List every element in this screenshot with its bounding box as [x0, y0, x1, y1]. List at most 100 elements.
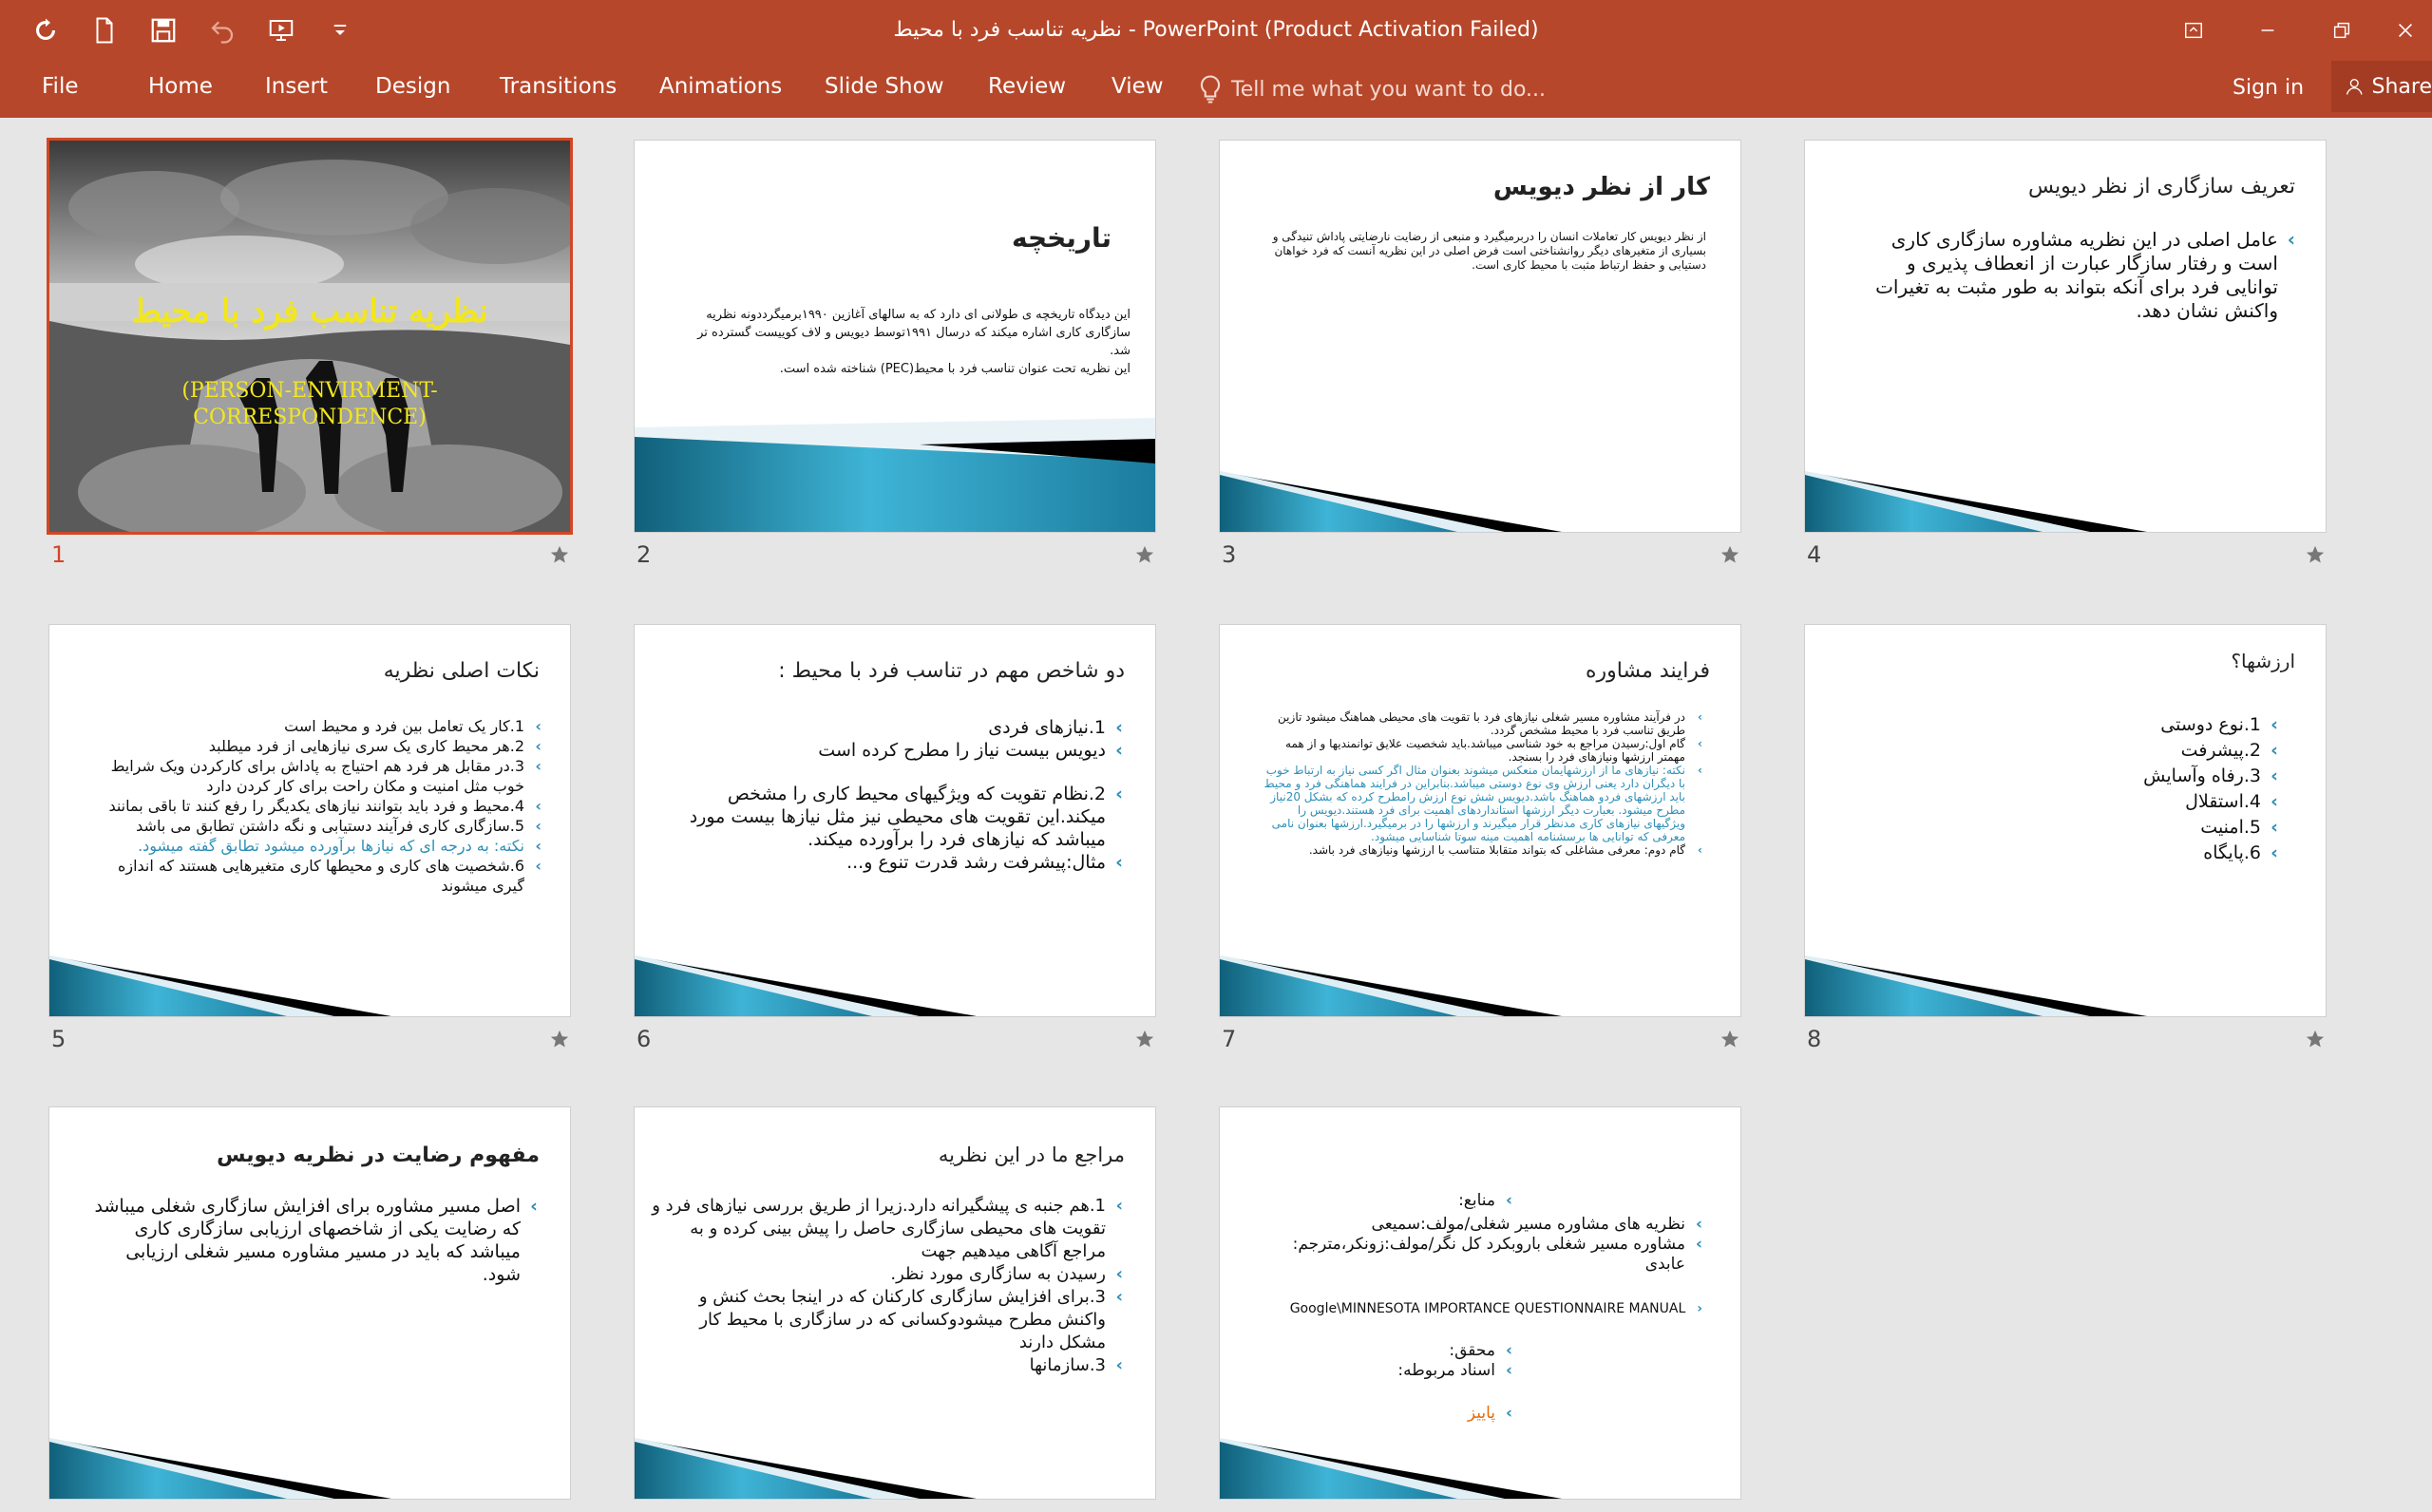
slide-5-list: 1.کار یک تعامل بین فرد و محیط است 2.هر م…	[86, 716, 542, 896]
list-item: 6.شخصیت های کاری و محیطها کاری متغیرهایی…	[86, 856, 542, 896]
slide-10-list: 1.هم جنبه ی پیشگیرانه دارد.زیرا از طریق …	[648, 1195, 1123, 1377]
slide-thumbnail-4[interactable]: تعریف سازگاری از نظر دیویس عامل اصلی در …	[1805, 141, 2326, 532]
slide-number-6: 6	[636, 1026, 652, 1052]
slide-thumbnail-7[interactable]: فرایند مشاوره در فرآیند مشاوره مسیر شغلی…	[1220, 625, 1740, 1016]
transition-star-icon[interactable]	[2305, 544, 2326, 565]
slide-6-decor	[635, 955, 977, 1016]
list-item: 1.کار یک تعامل بین فرد و محیط است	[86, 716, 542, 736]
slide-11-decor	[1220, 1438, 1562, 1499]
list-item: رسیدن به سازگاری مورد نظر.	[648, 1263, 1123, 1286]
slide-5-title: نکات اصلی نظریه	[383, 659, 540, 683]
slide-9-title: مفهوم رضایت در نظریه دیویس	[217, 1143, 540, 1167]
slide-thumbnail-10[interactable]: مراجع ما در این نظریه 1.هم جنبه ی پیشگیر…	[635, 1107, 1155, 1499]
tab-insert[interactable]: Insert	[265, 61, 328, 118]
slide-10-title: مراجع ما در این نظریه	[938, 1143, 1125, 1166]
slide-4-decor	[1805, 471, 2147, 532]
tab-file[interactable]: File	[42, 61, 79, 118]
list-item: اسناد مربوطه:	[1256, 1361, 1512, 1381]
transition-star-icon[interactable]	[549, 544, 570, 565]
window-title: نظریه تناسب فرد با محیط - PowerPoint (Pr…	[893, 18, 1539, 42]
slide-8-list: 1.نوع دوستی 2.پیشرفت 3.رفاه وآسایش 4.است…	[1993, 712, 2278, 866]
tell-me-placeholder: Tell me what you want to do...	[1231, 77, 1546, 102]
slide-8-title: ارزشها؟	[2231, 650, 2295, 672]
restore-icon[interactable]	[2305, 0, 2379, 61]
slide-2-decor	[635, 418, 1155, 532]
slide-thumbnail-3[interactable]: کار از نظر دیویس از نظر دیویس کار تعاملا…	[1220, 141, 1740, 532]
transition-star-icon[interactable]	[1720, 544, 1740, 565]
slide-8-decor	[1805, 955, 2147, 1016]
list-item: گام دوم: معرفی مشاغلی که بتواند متقابلا …	[1256, 843, 1702, 857]
slide-3-decor	[1220, 471, 1562, 532]
tab-view[interactable]: View	[1112, 61, 1164, 118]
list-item: گام اول:رسیدن مراجع به خود شناسی میباشد.…	[1256, 737, 1702, 764]
transition-star-icon[interactable]	[2305, 1029, 2326, 1049]
slide-thumbnail-1[interactable]: نظریه تناسب فرد با محیط (PERSON-ENVIRMEN…	[49, 141, 570, 532]
slide-thumbnail-5[interactable]: نکات اصلی نظریه 1.کار یک تعامل بین فرد و…	[49, 625, 570, 1016]
slide-9-decor	[49, 1438, 391, 1499]
list-item: نکته: نیازهای ما از ارزشهایمان منعکس میش…	[1256, 764, 1702, 843]
tab-transitions[interactable]: Transitions	[500, 61, 617, 118]
list-item: 2.هر محیط کاری یک سری نیازهایی از فرد می…	[86, 736, 542, 756]
slide-thumbnail-2[interactable]: تاریخچه این دیدگاه تاریخچه ی طولانی ای د…	[635, 141, 1155, 532]
tab-review[interactable]: Review	[988, 61, 1066, 118]
transition-star-icon[interactable]	[1720, 1029, 1740, 1049]
list-item: دیویس بیست نیاز را مطرح کرده است	[686, 739, 1123, 762]
list-item: مشاوره مسیر شغلی باروبکرد کل نگر/مولف:زو…	[1256, 1235, 1702, 1275]
slide-4-body: عامل اصلی در این نظریه مشاوره سازگاری کا…	[1849, 228, 2295, 323]
list-item: 1.نوع دوستی	[1993, 712, 2278, 738]
list-item: نکته: به درجه ای که نیازها برآورده میشود…	[86, 836, 542, 856]
slide-thumbnail-9[interactable]: مفهوم رضایت در نظریه دیویس اصل مسیر مشاو…	[49, 1107, 570, 1499]
list-item: 2.نظام تقویت که ویژگیهای محیط کاری را مش…	[686, 783, 1123, 851]
list-item: 2.پیشرفت	[1993, 738, 2278, 764]
slide-number-4: 4	[1807, 541, 1822, 568]
slide-number-3: 3	[1222, 541, 1237, 568]
slide-7-list: در فرآیند مشاوره مسیر شغلی نیازهای فرد ب…	[1256, 710, 1702, 857]
tab-animations[interactable]: Animations	[659, 61, 782, 118]
share-label: Share	[2371, 74, 2432, 99]
transition-star-icon[interactable]	[549, 1029, 570, 1049]
transition-star-icon[interactable]	[1134, 544, 1155, 565]
slide-2-title: تاریخچه	[1012, 222, 1112, 254]
tell-me-search[interactable]: Tell me what you want to do...	[1199, 61, 1546, 118]
slide-2-body: این دیدگاه تاریخچه ی طولانی ای دارد که ب…	[674, 306, 1130, 378]
slide-3-title: کار از نظر دیویس	[1492, 173, 1710, 201]
ribbon-tab-bar: File Home Insert Design Transitions Anim…	[0, 61, 2432, 118]
list-item: پاییز	[1256, 1404, 1512, 1424]
slide-number-2: 2	[636, 541, 652, 568]
list-item: نظریه های مشاوره مسیر شغلی/مولف:سمیعی	[1256, 1215, 1702, 1235]
list-item: منابع:	[1256, 1191, 1512, 1211]
ribbon-display-options-icon[interactable]	[2156, 0, 2231, 61]
list-item: 1.نیازهای فردی	[686, 716, 1123, 739]
slide-thumbnail-8[interactable]: ارزشها؟ 1.نوع دوستی 2.پیشرفت 3.رفاه وآسا…	[1805, 625, 2326, 1016]
list-item: 5.سازگاری کاری فرآیند دستیابی و نگه داشت…	[86, 816, 542, 836]
slide-10-decor	[635, 1438, 977, 1499]
tab-home[interactable]: Home	[148, 61, 213, 118]
slide-number-1: 1	[51, 541, 66, 568]
share-button[interactable]: Share	[2331, 61, 2432, 112]
title-bar: نظریه تناسب فرد با محیط - PowerPoint (Pr…	[0, 0, 2432, 61]
slide-1-subtitle-line-1: (PERSON-ENVIRMENT-	[181, 379, 438, 403]
slide-4-title: تعریف سازگاری از نظر دیویس	[2027, 175, 2295, 198]
slide-5-decor	[49, 955, 391, 1016]
tab-design[interactable]: Design	[375, 61, 450, 118]
slide-number-8: 8	[1807, 1026, 1822, 1052]
list-item: 5.امنیت	[1993, 815, 2278, 841]
slide-2-paragraph-2: این نظریه تحت عنوان تناسب فرد با محیط(PE…	[779, 362, 1130, 376]
transition-star-icon[interactable]	[1134, 1029, 1155, 1049]
slide-1-subtitle: (PERSON-ENVIRMENT- CORRESPONDENCE)	[49, 378, 570, 431]
slide-9-list: اصل مسیر مشاوره برای افزایش سازگاری شغلی…	[91, 1195, 538, 1286]
slide-number-5: 5	[51, 1026, 66, 1052]
minimize-icon[interactable]	[2231, 0, 2305, 61]
sign-in-link[interactable]: Sign in	[2232, 61, 2304, 116]
list-item: 6.پایگاه	[1993, 841, 2278, 866]
list-item: محقق:	[1256, 1341, 1512, 1361]
slide-thumbnail-6[interactable]: دو شاخص مهم در تناسب فرد با محیط : 1.نیا…	[635, 625, 1155, 1016]
close-icon[interactable]	[2379, 0, 2432, 61]
list-item: در فرآیند مشاوره مسیر شغلی نیازهای فرد ب…	[1256, 710, 1702, 737]
slide-thumbnail-11[interactable]: منابع: نظریه های مشاوره مسیر شغلی/مولف:س…	[1220, 1107, 1740, 1499]
slide-2-paragraph-1: این دیدگاه تاریخچه ی طولانی ای دارد که ب…	[697, 308, 1130, 358]
slide-3-paragraph-1: از نظر دیویس کار تعاملات انسان را دربرمی…	[1272, 230, 1706, 272]
list-item: 1.هم جنبه ی پیشگیرانه دارد.زیرا از طریق …	[648, 1195, 1123, 1263]
list-item: اصل مسیر مشاوره برای افزایش سازگاری شغلی…	[91, 1195, 538, 1286]
tab-slide-show[interactable]: Slide Show	[825, 61, 944, 118]
